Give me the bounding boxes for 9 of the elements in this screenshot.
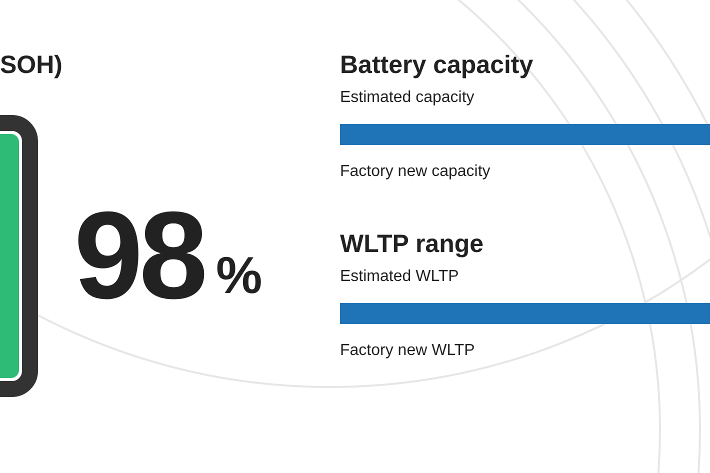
estimated-label: Estimated capacity: [340, 88, 476, 108]
percent-unit: %: [216, 246, 262, 306]
section-title: Battery capacity: [340, 50, 534, 80]
estimated-label: Estimated WLTP: [340, 267, 460, 287]
factory-label: Factory new WLTP: [340, 341, 476, 361]
section-title: SOH): [0, 50, 64, 80]
health-value: 98: [74, 194, 204, 318]
factory-label: Factory new capacity: [340, 162, 492, 182]
section-title: WLTP range: [340, 229, 485, 259]
